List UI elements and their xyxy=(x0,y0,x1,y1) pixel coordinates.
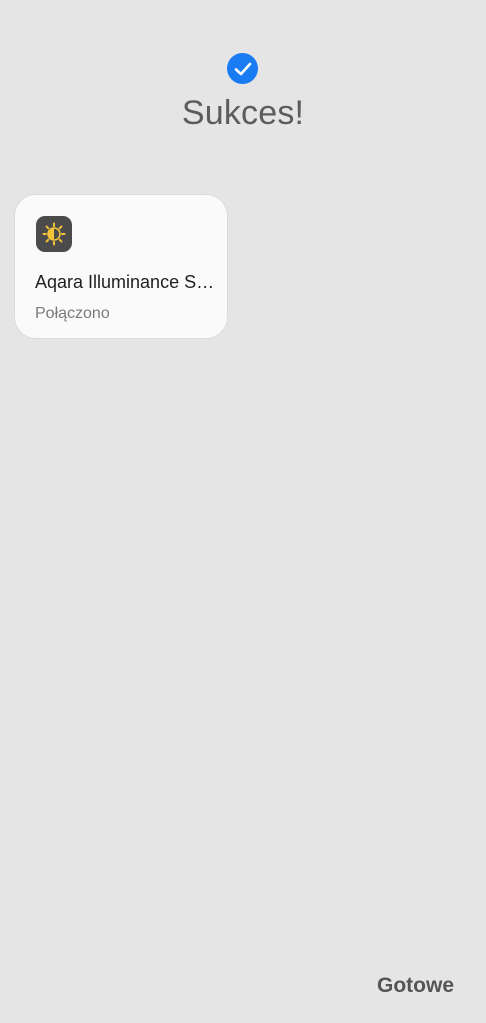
done-button[interactable]: Gotowe xyxy=(377,974,454,998)
device-name: Aqara Illuminance Sensor xyxy=(35,272,217,292)
device-status: Połączono xyxy=(35,305,110,322)
device-card[interactable]: Aqara Illuminance Sensor Połączono xyxy=(14,194,228,339)
page-title: Sukces! xyxy=(181,94,305,132)
success-check-icon xyxy=(227,53,258,84)
sun-icon xyxy=(36,216,72,252)
